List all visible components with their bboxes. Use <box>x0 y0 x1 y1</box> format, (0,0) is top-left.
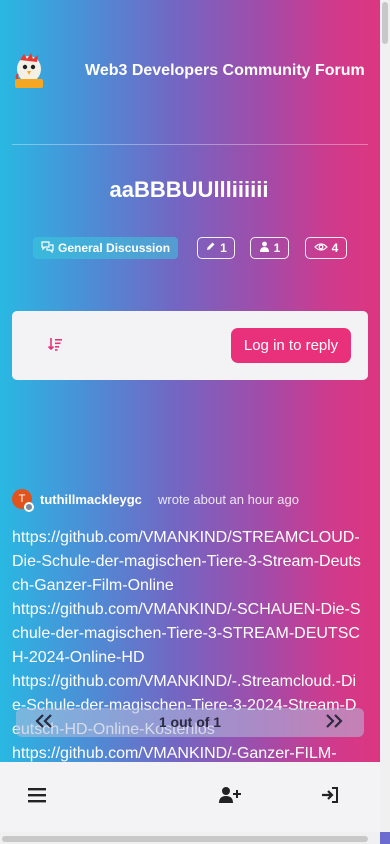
category-label: General Discussion <box>58 241 171 255</box>
bottom-nav-bar <box>0 762 380 832</box>
post-link[interactable]: https://github.com/VMANKIND/STREAMCLOUD-… <box>12 526 364 598</box>
page-indicator: 1 out of 1 <box>158 714 222 730</box>
forum-title[interactable]: Web3 Developers Community Forum <box>85 62 365 80</box>
sort-descending-icon <box>47 336 63 357</box>
views-count-badge: 4 <box>305 237 347 259</box>
topic-title: aaBBBUUllliiiiii <box>109 177 269 202</box>
next-page-button[interactable] <box>322 711 346 735</box>
chat-bubbles-icon <box>41 240 54 256</box>
post-header: T tuthillmackleygc wrote about an hour a… <box>12 489 372 512</box>
offline-status-dot <box>24 502 34 512</box>
views-count: 4 <box>331 241 339 255</box>
vertical-scrollbar-thumb[interactable] <box>382 2 388 44</box>
post-author[interactable]: tuthillmackleygc <box>40 492 142 507</box>
login-button[interactable] <box>319 786 341 808</box>
user-icon <box>259 241 270 255</box>
posters-count: 1 <box>273 241 281 255</box>
hamburger-menu-icon <box>28 787 46 808</box>
topic-meta: General Discussion 1 1 4 <box>0 237 378 259</box>
posters-count-badge: 1 <box>250 237 289 259</box>
pencil-icon <box>205 241 216 255</box>
double-chevron-right-icon <box>324 713 344 734</box>
post-link[interactable]: https://github.com/VMANKIND/-SCHAUEN-Die… <box>12 598 364 670</box>
log-in-to-reply-button[interactable]: Log in to reply <box>231 328 351 363</box>
posts-count-badge: 1 <box>197 237 235 259</box>
vertical-scrollbar[interactable] <box>380 0 390 832</box>
sign-in-icon <box>321 786 339 808</box>
sort-button[interactable] <box>44 335 66 357</box>
header-divider <box>12 144 368 145</box>
register-button[interactable] <box>219 786 241 808</box>
forum-header: Web3 Developers Community Forum <box>0 0 378 145</box>
post-timestamp[interactable]: wrote about an hour ago <box>158 492 299 507</box>
scrollbar-corner <box>380 832 390 844</box>
topic-action-bar: Log in to reply <box>12 311 368 380</box>
menu-button[interactable] <box>26 786 48 808</box>
horizontal-scrollbar-thumb[interactable] <box>2 836 368 842</box>
eye-icon <box>313 241 328 255</box>
category-badge[interactable]: General Discussion <box>33 237 179 259</box>
pagination-bar: 1 out of 1 <box>16 708 364 737</box>
forum-logo[interactable] <box>12 52 46 90</box>
posts-count: 1 <box>220 241 227 255</box>
horizontal-scrollbar[interactable] <box>0 832 380 844</box>
user-plus-icon <box>219 786 241 809</box>
